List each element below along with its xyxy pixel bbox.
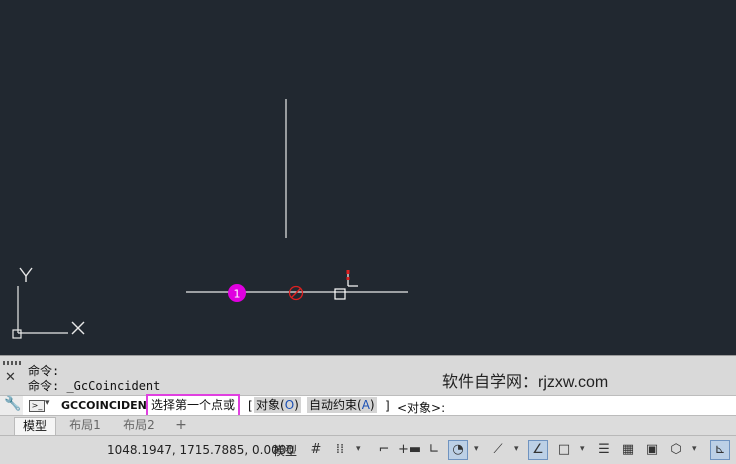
option-label: 自动约束( <box>309 398 362 412</box>
close-icon[interactable]: ✕ <box>5 370 16 385</box>
polar-icon[interactable]: ◔ <box>448 440 468 460</box>
bracket-close: ] <box>385 399 390 413</box>
model-space-button[interactable]: 模型 <box>273 442 297 459</box>
ucs-icon <box>12 267 85 339</box>
command-name: GCCOINCIDENT <box>61 399 155 412</box>
infer-constraints-icon[interactable]: ⌐ <box>374 440 394 460</box>
command-line[interactable]: 🔧 >_ ▾ GCCOINCIDENT 选择第一个点或 [ 对象(O) 自动约束… <box>0 394 736 417</box>
ortho-icon[interactable]: ∟ <box>424 440 444 460</box>
isodraft-icon[interactable]: ⟋ <box>488 440 508 460</box>
history-line: 命令: _GcCoincident <box>28 379 161 393</box>
option-close: ) <box>369 398 375 412</box>
coordinate-readout[interactable]: 1048.1947, 1715.7885, 0.0000 <box>107 443 294 457</box>
panel-grip-handle[interactable] <box>3 361 21 365</box>
drawing-svg[interactable]: 1 <box>0 0 736 355</box>
watermark-text: 软件自学网：rjzxw.com <box>442 374 609 391</box>
selection-cycling-icon[interactable]: ▣ <box>642 440 662 460</box>
chevron-down-icon[interactable]: ▾ <box>45 398 50 408</box>
chevron-down-icon[interactable]: ▾ <box>474 444 479 454</box>
chevron-down-icon[interactable]: ▾ <box>514 444 519 454</box>
drawing-canvas[interactable]: 1 <box>0 0 736 355</box>
constraint-number-text: 1 <box>234 288 241 301</box>
command-history-panel: ✕ 命令: 命令: _GcCoincident 软件自学网：rjzxw.com <box>0 355 736 396</box>
tab-model[interactable]: 模型 <box>14 417 56 435</box>
option-object[interactable]: 对象(O) <box>254 397 301 413</box>
status-bar: 1048.1947, 1715.7885, 0.0000 模型 # ⁞⁞ ▾ ⌐… <box>0 435 736 464</box>
dynamic-input-icon[interactable]: +▬ <box>398 440 421 460</box>
lineweight-icon[interactable]: ☰ <box>594 440 614 460</box>
tab-layout1[interactable]: 布局1 <box>62 417 108 434</box>
wrench-icon[interactable]: 🔧 <box>4 396 21 412</box>
option-label: 对象( <box>256 398 285 412</box>
add-layout-button[interactable]: + <box>170 417 192 434</box>
option-key: A <box>361 398 370 412</box>
tab-layout2[interactable]: 布局2 <box>116 417 162 434</box>
chevron-down-icon[interactable]: ▾ <box>580 444 585 454</box>
default-option: <对象>: <box>397 401 446 415</box>
option-auto-constrain[interactable]: 自动约束(A) <box>307 397 377 413</box>
option-key: O <box>284 398 295 412</box>
chevron-down-icon[interactable]: ▾ <box>692 444 697 454</box>
dynamic-ucs-icon[interactable]: ⊾ <box>710 440 730 460</box>
bracket-open: [ <box>248 399 253 413</box>
snap-icon[interactable]: ⁞⁞ <box>330 440 350 460</box>
command-input-field[interactable]: >_ ▾ GCCOINCIDENT 选择第一个点或 [ 对象(O) 自动约束(A… <box>23 394 736 417</box>
object-snap-icon[interactable]: □ <box>554 440 574 460</box>
transparency-icon[interactable]: ▦ <box>618 440 638 460</box>
option-close: ) <box>294 398 299 412</box>
3d-osnap-icon[interactable]: ⬡ <box>666 440 686 460</box>
grid-icon[interactable]: # <box>306 440 326 460</box>
command-prompt-icon[interactable]: >_ <box>29 400 45 412</box>
object-snap-tracking-icon[interactable]: ∠ <box>528 440 548 460</box>
chevron-down-icon[interactable]: ▾ <box>356 444 361 454</box>
layout-tabs: 模型 布局1 布局2 + <box>0 415 736 436</box>
endpoint-grip[interactable] <box>334 288 346 300</box>
prompt-highlight: 选择第一个点或 <box>146 394 241 417</box>
